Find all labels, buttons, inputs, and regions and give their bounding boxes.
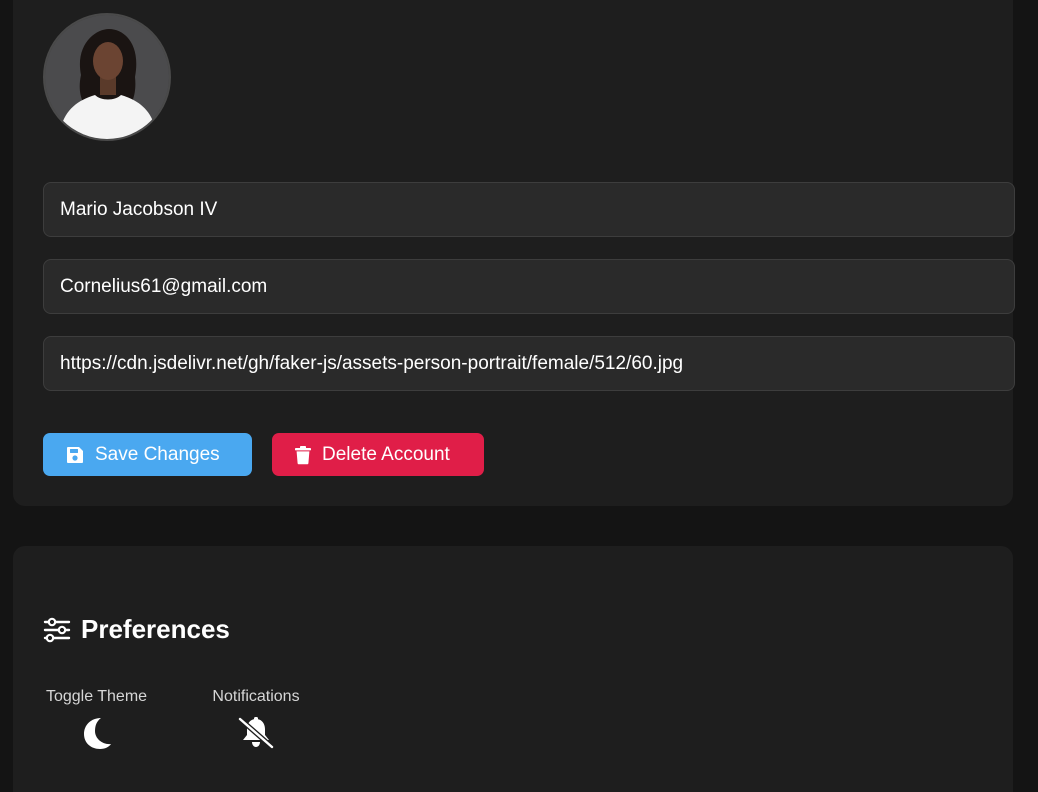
avatar-url-field[interactable]: https://cdn.jsdelivr.net/gh/faker-js/ass… [43,336,1015,391]
notifications-label: Notifications [212,688,300,705]
notifications-control[interactable]: Notifications [210,688,302,755]
avatar-portrait [45,15,169,139]
sliders-icon [43,617,71,642]
toggle-theme-label: Toggle Theme [45,688,148,705]
bell-slash-icon [237,716,275,750]
floppy-disk-icon [67,446,83,463]
avatar [43,13,171,141]
notifications-toggle-button[interactable] [237,716,275,755]
save-changes-label: Save Changes [95,443,220,465]
preferences-title: Preferences [81,614,230,644]
avatar-url-field-value: https://cdn.jsdelivr.net/gh/faker-js/ass… [60,352,684,374]
toggle-theme-control[interactable]: Toggle Theme [43,688,150,755]
preferences-heading: Preferences [43,614,230,645]
save-changes-button[interactable]: Save Changes [43,433,252,476]
preferences-card: Preferences Toggle Theme Notifications [13,546,1013,792]
delete-account-label: Delete Account [322,443,450,465]
profile-card: Mario Jacobson IV Cornelius61@gmail.com … [13,0,1015,506]
trash-icon [295,445,311,464]
toggle-theme-button[interactable] [81,716,113,755]
name-field-value: Mario Jacobson IV [60,198,218,220]
email-field-value: Cornelius61@gmail.com [60,275,268,297]
email-field[interactable]: Cornelius61@gmail.com [43,259,1015,314]
delete-account-button[interactable]: Delete Account [272,433,484,476]
moon-icon [83,718,111,749]
page: Mario Jacobson IV Cornelius61@gmail.com … [0,0,1038,792]
name-field[interactable]: Mario Jacobson IV [43,182,1015,237]
